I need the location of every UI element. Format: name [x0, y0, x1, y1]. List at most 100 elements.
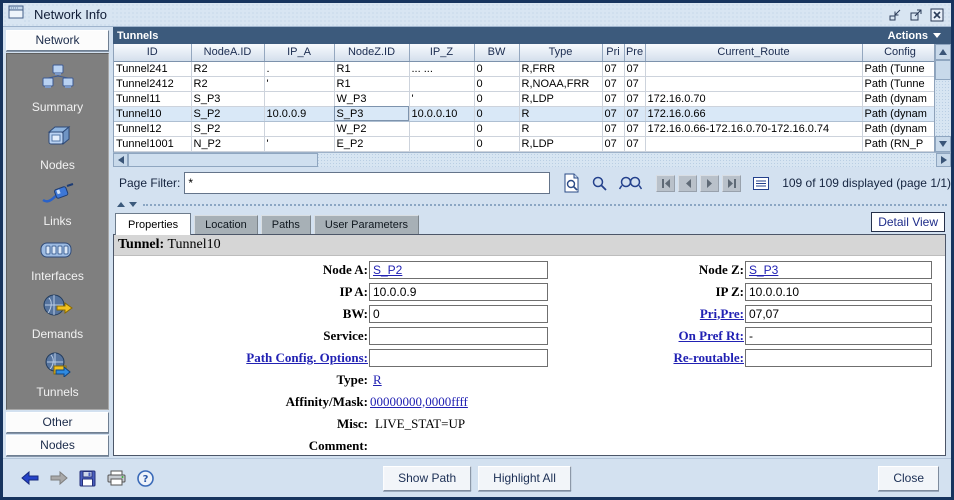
- title-bar[interactable]: Network Info: [3, 3, 951, 27]
- close-icon[interactable]: [930, 8, 944, 22]
- column-header[interactable]: IP_Z: [409, 44, 474, 61]
- cell: 10.0.0.10: [409, 106, 474, 121]
- cell: 172.16.0.70: [645, 91, 862, 106]
- next-page-button[interactable]: [700, 175, 719, 192]
- column-header[interactable]: IP_A: [264, 44, 334, 61]
- pri-pre-field[interactable]: 07,07: [745, 305, 932, 323]
- sidebar-item-nodes[interactable]: Nodes: [40, 124, 75, 172]
- column-header[interactable]: NodeA.ID: [191, 44, 264, 61]
- sidebar-network-button[interactable]: Network: [6, 30, 109, 51]
- column-header[interactable]: Config: [862, 44, 938, 61]
- bw-field[interactable]: 0: [369, 305, 548, 323]
- horizontal-scrollbar[interactable]: [113, 152, 951, 167]
- scroll-right-button[interactable]: [936, 153, 951, 167]
- cell: 07: [624, 76, 645, 91]
- sidebar-item-interfaces[interactable]: Interfaces: [31, 239, 84, 283]
- last-page-button[interactable]: [722, 175, 741, 192]
- zoom-search-icon[interactable]: [619, 175, 642, 191]
- re-routable-label-link[interactable]: Re-routable:: [548, 350, 744, 366]
- re-routable-field[interactable]: [745, 349, 932, 367]
- actions-menu[interactable]: Actions: [888, 30, 951, 42]
- ip-z-field[interactable]: 10.0.0.10: [745, 283, 932, 301]
- column-header[interactable]: ID: [114, 44, 191, 61]
- help-icon[interactable]: ?: [137, 470, 154, 487]
- affinity-mask-value-link[interactable]: 00000000,0000ffff: [368, 394, 945, 410]
- column-header[interactable]: Pri: [602, 44, 624, 61]
- highlight-all-button[interactable]: Highlight All: [478, 466, 571, 491]
- splitter-handle[interactable]: [113, 200, 951, 210]
- cell: N_P2: [191, 136, 264, 151]
- splitter-collapse-down-icon[interactable]: [129, 202, 137, 207]
- page-filter-input[interactable]: [184, 172, 550, 194]
- cell: 07: [624, 106, 645, 121]
- node-z-link[interactable]: S_P3: [749, 263, 778, 277]
- close-button[interactable]: Close: [878, 466, 939, 491]
- search-icon[interactable]: [591, 175, 608, 192]
- table-row[interactable]: Tunnel11S_P3W_P3'0R,LDP0707172.16.0.70Pa…: [114, 91, 938, 106]
- pri-pre-label-link[interactable]: Pri,Pre:: [548, 306, 744, 322]
- cell: 07: [624, 136, 645, 151]
- table-row[interactable]: Tunnel12S_P2W_P20R0707172.16.0.66-172.16…: [114, 121, 938, 136]
- detail-view-button[interactable]: Detail View: [871, 212, 945, 232]
- node-a-link[interactable]: S_P2: [373, 263, 402, 277]
- cell-focused: S_P3: [334, 106, 409, 121]
- tab-location[interactable]: Location: [194, 215, 258, 234]
- cell: S_P2: [191, 121, 264, 136]
- ip-a-field[interactable]: 10.0.0.9: [369, 283, 548, 301]
- cell: ... ...: [409, 61, 474, 76]
- service-field[interactable]: [369, 327, 548, 345]
- splitter-collapse-up-icon[interactable]: [117, 202, 125, 207]
- on-pref-rt-label-link[interactable]: On Pref Rt:: [548, 328, 744, 344]
- minimize-icon[interactable]: [888, 8, 902, 22]
- interfaces-icon: [39, 239, 75, 266]
- tab-properties[interactable]: Properties: [115, 213, 191, 235]
- maximize-icon[interactable]: [909, 8, 923, 22]
- node-z-field[interactable]: S_P3: [745, 261, 932, 279]
- cell: 172.16.0.66-172.16.0.70-172.16.0.74: [645, 121, 862, 136]
- cell: 10.0.0.9: [264, 106, 334, 121]
- sidebar-item-demands[interactable]: Demands: [32, 293, 83, 341]
- scroll-down-button[interactable]: [935, 136, 951, 152]
- path-config-options-label-link[interactable]: Path Config. Options:: [114, 350, 368, 366]
- column-header[interactable]: Type: [519, 44, 602, 61]
- sidebar-item-summary[interactable]: Summary: [32, 64, 83, 114]
- list-view-icon[interactable]: [753, 177, 769, 190]
- print-icon[interactable]: [107, 470, 126, 486]
- sidebar-item-label: Demands: [32, 327, 83, 341]
- table-row-selected[interactable]: Tunnel10S_P210.0.0.9S_P310.0.0.100R07071…: [114, 106, 938, 121]
- path-config-options-field[interactable]: [369, 349, 548, 367]
- cell: [645, 76, 862, 91]
- tab-user-parameters[interactable]: User Parameters: [314, 215, 419, 234]
- column-header[interactable]: NodeZ.ID: [334, 44, 409, 61]
- forward-button-icon[interactable]: [50, 471, 68, 485]
- scroll-left-button[interactable]: [113, 153, 128, 167]
- sidebar-nodes-button[interactable]: Nodes: [6, 435, 109, 456]
- sidebar-item-links[interactable]: Links: [41, 182, 75, 228]
- table-row[interactable]: Tunnel2412R2'R10R,NOAA,FRR0707Path (Tunn…: [114, 76, 938, 91]
- column-header[interactable]: Pre: [624, 44, 645, 61]
- cell: R2: [191, 61, 264, 76]
- column-header[interactable]: BW: [474, 44, 519, 61]
- save-icon[interactable]: [79, 470, 96, 487]
- sidebar-other-button[interactable]: Other: [6, 412, 109, 433]
- type-value-link[interactable]: R: [368, 372, 945, 388]
- vertical-scroll-thumb[interactable]: [935, 60, 951, 80]
- show-path-button[interactable]: Show Path: [383, 466, 471, 491]
- on-pref-rt-field[interactable]: -: [745, 327, 932, 345]
- table-row[interactable]: Tunnel1001N_P2'E_P20R,LDP0707Path (RN_P: [114, 136, 938, 151]
- prev-page-button[interactable]: [678, 175, 697, 192]
- preview-search-icon[interactable]: [563, 173, 580, 193]
- column-header[interactable]: Current_Route: [645, 44, 862, 61]
- table-row[interactable]: Tunnel241R2.R1... ...0R,FRR0707Path (Tun…: [114, 61, 938, 76]
- node-a-field[interactable]: S_P2: [369, 261, 548, 279]
- affinity-mask-label: Affinity/Mask:: [114, 394, 368, 410]
- first-page-button[interactable]: [656, 175, 675, 192]
- sidebar-item-tunnels[interactable]: Tunnels: [36, 351, 78, 399]
- back-button-icon[interactable]: [21, 471, 39, 485]
- horizontal-scroll-thumb[interactable]: [128, 153, 318, 167]
- scroll-up-button[interactable]: [935, 44, 951, 60]
- properties-form: Node A: S_P2 Node Z: S_P3 IP A: 10.0.0.9…: [114, 256, 945, 457]
- sidebar-item-label: Tunnels: [36, 385, 78, 399]
- vertical-scrollbar[interactable]: [934, 44, 951, 152]
- tab-paths[interactable]: Paths: [261, 215, 311, 234]
